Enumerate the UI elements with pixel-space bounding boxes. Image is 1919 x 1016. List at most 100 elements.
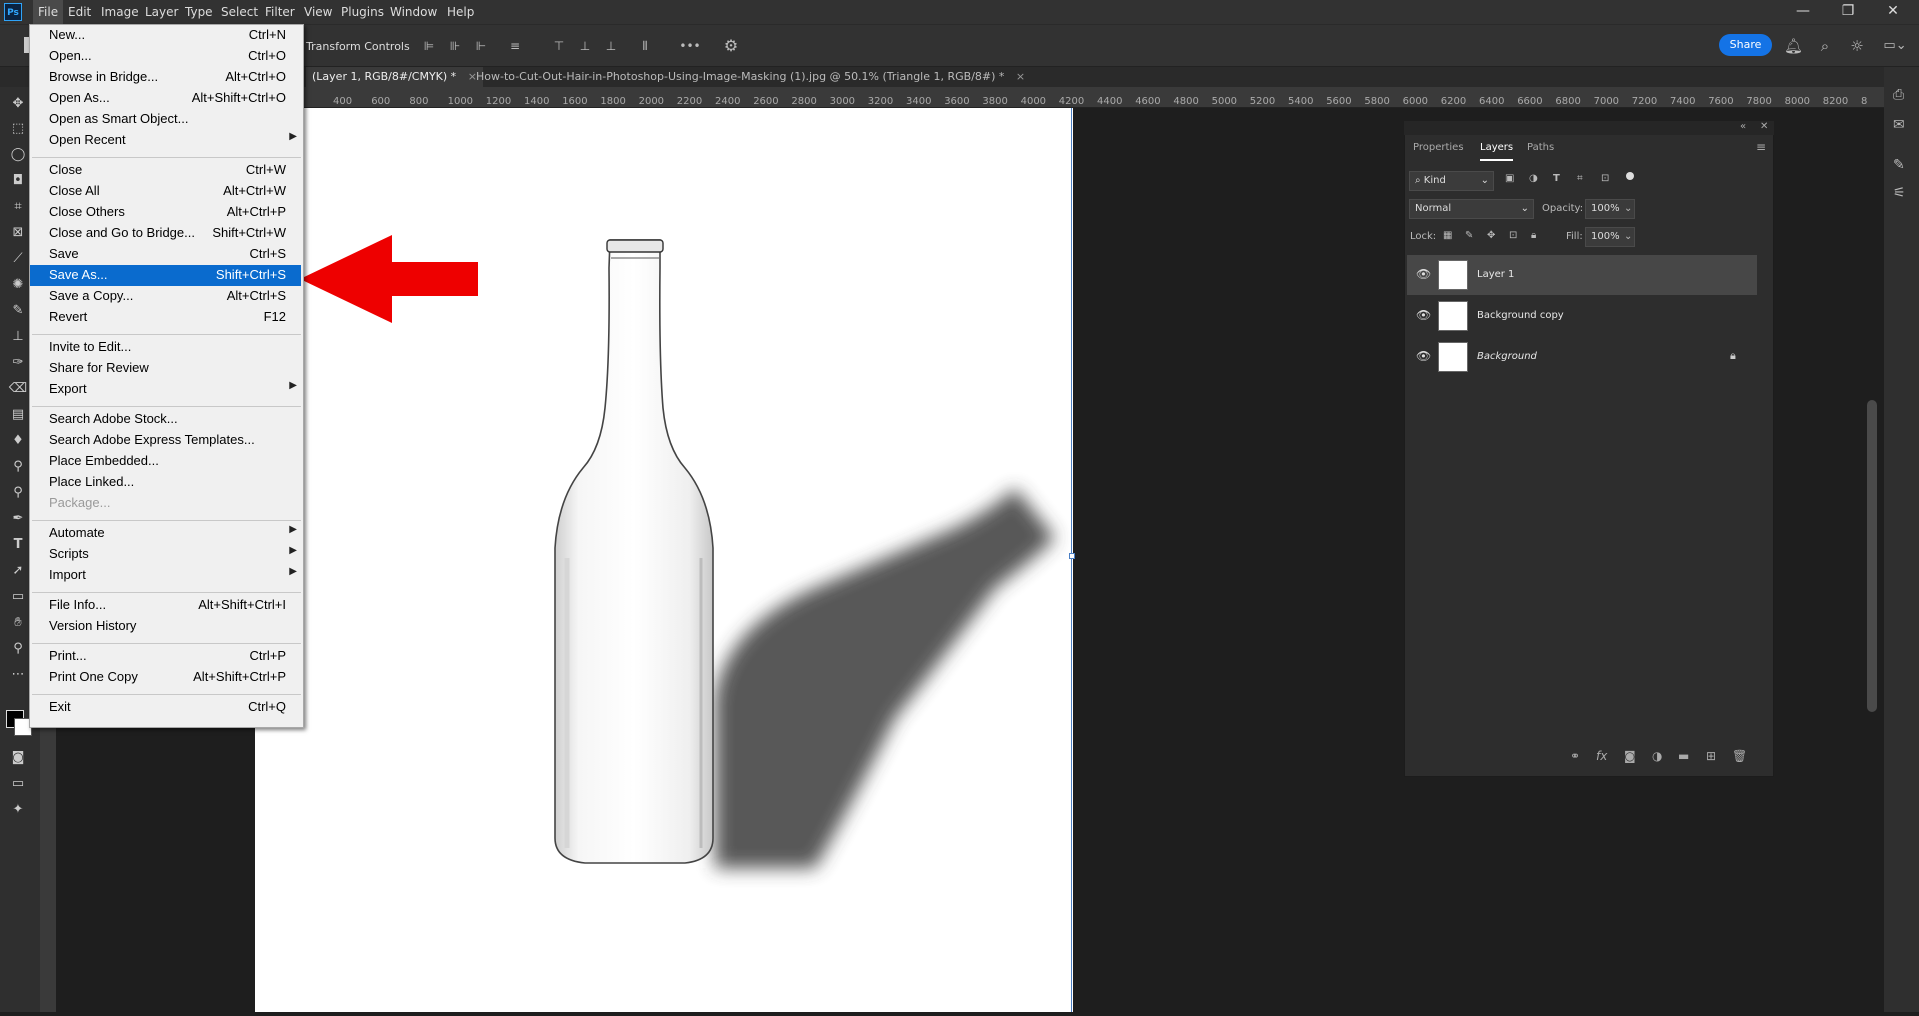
folder-icon[interactable]: ▬ (1678, 749, 1689, 763)
lock-pixels-icon[interactable]: ✎ (1465, 230, 1473, 241)
move-tool-icon[interactable]: ✥ (8, 94, 28, 114)
object-select-tool-icon[interactable]: ◘ (8, 171, 28, 191)
share-button[interactable]: Share (1719, 34, 1772, 56)
visibility-eye-icon[interactable]: 👁︎ (1416, 308, 1431, 322)
blur-tool-icon[interactable]: ♦ (8, 431, 28, 451)
menu-item-version-history[interactable]: Version History (30, 616, 301, 637)
menu-item-save-as[interactable]: Save As... Shift+Ctrl+S (30, 265, 301, 286)
path-select-tool-icon[interactable]: ➚ (8, 561, 28, 581)
menu-layer[interactable]: Layer (140, 0, 183, 24)
menu-item-new[interactable]: New... Ctrl+N (30, 25, 301, 46)
menu-item-open-as[interactable]: Open As... Alt+Shift+Ctrl+O (30, 88, 301, 109)
document-tab[interactable]: How-to-Cut-Out-Hair-in-Photoshop-Using-I… (476, 67, 1025, 87)
menu-item-close-and-go-to-bridge[interactable]: Close and Go to Bridge... Shift+Ctrl+W (30, 223, 301, 244)
panel-menu-icon[interactable]: ≡ (1756, 140, 1766, 154)
align-right-icon[interactable]: ⊩ (472, 37, 490, 55)
menu-image[interactable]: Image (96, 0, 144, 24)
align-bottom-icon[interactable]: ⊥ (602, 37, 620, 55)
eraser-tool-icon[interactable]: ⌫ (8, 379, 28, 399)
filter-toggle-icon[interactable] (1626, 172, 1634, 180)
visibility-eye-icon[interactable]: 👁︎ (1416, 267, 1431, 281)
chevron-down-icon[interactable]: ⌄ (1624, 231, 1632, 242)
filter-shape-icon[interactable]: ⌗ (1577, 173, 1583, 184)
vertical-scrollbar[interactable] (1867, 400, 1877, 712)
layer-name[interactable]: Background (1477, 351, 1537, 362)
menu-item-print[interactable]: Print... Ctrl+P (30, 646, 301, 667)
menu-item-open-as-smart-object[interactable]: Open as Smart Object... (30, 109, 301, 130)
menu-item-exit[interactable]: Exit Ctrl+Q (30, 697, 301, 718)
hand-tool-icon[interactable]: ✋︎ (8, 613, 28, 633)
gradient-tool-icon[interactable]: ▤ (8, 405, 28, 425)
generative-icon[interactable]: ✦ (8, 800, 28, 820)
edit-toolbar-icon[interactable]: ⋯ (8, 665, 28, 685)
close-panel-icon[interactable]: ✕ (1760, 121, 1768, 132)
gear-icon[interactable]: ⚙ (722, 37, 740, 55)
transform-controls-label[interactable]: Transform Controls (306, 40, 410, 53)
lasso-tool-icon[interactable]: ◯ (8, 145, 28, 165)
adjustment-layer-icon[interactable]: ◑ (1652, 749, 1662, 763)
tab-close-icon[interactable]: × (1016, 70, 1025, 83)
layer-thumbnail[interactable] (1438, 342, 1468, 372)
marquee-tool-icon[interactable]: ⬚ (8, 119, 28, 139)
frame-tool-icon[interactable]: ⊠ (8, 223, 28, 243)
screen-mode-icon[interactable]: ▭ (8, 774, 28, 794)
close-icon[interactable]: ✕ (1873, 0, 1913, 24)
dodge-tool-icon[interactable]: ⚲ (8, 457, 28, 477)
align-left-icon[interactable]: ⊫ (420, 37, 438, 55)
menu-file[interactable]: File (33, 0, 64, 24)
align-middle-icon[interactable]: ⊥ (576, 37, 594, 55)
type-tool-icon[interactable]: T (8, 535, 28, 555)
layer-thumbnail[interactable] (1438, 260, 1468, 290)
add-mask-icon[interactable]: ◙ (1624, 749, 1636, 763)
zoom-tool-icon[interactable]: ⚲ (8, 639, 28, 659)
menu-item-search-adobe-stock[interactable]: Search Adobe Stock... (30, 409, 301, 430)
menu-item-search-adobe-express-templates[interactable]: Search Adobe Express Templates... (30, 430, 301, 451)
transform-handle[interactable] (1069, 553, 1075, 559)
menu-item-place-embedded[interactable]: Place Embedded... (30, 451, 301, 472)
chevron-down-icon[interactable]: ⌄ (1624, 203, 1632, 214)
restore-icon[interactable]: ❐ (1828, 0, 1868, 24)
history-brush-tool-icon[interactable]: ✑ (8, 353, 28, 373)
align-top-icon[interactable]: ⊤ (550, 37, 568, 55)
tab-layers[interactable]: Layers (1480, 137, 1514, 161)
menu-item-file-info[interactable]: File Info... Alt+Shift+Ctrl+I (30, 595, 301, 616)
menu-type[interactable]: Type (180, 0, 218, 24)
menu-plugins[interactable]: Plugins (336, 0, 389, 24)
menu-item-scripts[interactable]: Scripts ▶ (30, 544, 301, 565)
filter-type-icon[interactable]: T (1553, 173, 1560, 184)
menu-item-invite-to-edit[interactable]: Invite to Edit... (30, 337, 301, 358)
tab-paths[interactable]: Paths (1527, 137, 1554, 159)
menu-help[interactable]: Help (442, 0, 479, 24)
rectangle-tool-icon[interactable]: ▭ (8, 587, 28, 607)
menu-item-automate[interactable]: Automate ▶ (30, 523, 301, 544)
distribute-icon[interactable]: ≡ (506, 37, 524, 55)
filter-smart-object-icon[interactable]: ⊡ (1601, 173, 1609, 184)
layer-thumbnail[interactable] (1438, 301, 1468, 331)
lock-artboard-icon[interactable]: ⊡ (1509, 230, 1517, 241)
learn-icon[interactable]: ⎙ (1893, 87, 1904, 103)
more-options-icon[interactable]: ••• (678, 37, 702, 55)
menu-filter[interactable]: Filter (260, 0, 300, 24)
lock-position-icon[interactable]: ✥ (1487, 230, 1495, 241)
healing-brush-tool-icon[interactable]: ✺ (8, 275, 28, 295)
blend-mode-select[interactable]: Normal ⌄ (1409, 199, 1534, 219)
trash-icon[interactable]: 🗑︎ (1732, 749, 1747, 763)
menu-item-open[interactable]: Open... Ctrl+O (30, 46, 301, 67)
quick-mask-icon[interactable]: ◙ (8, 748, 28, 768)
new-layer-icon[interactable]: ⊞ (1706, 749, 1716, 763)
collapse-panel-icon[interactable]: « (1740, 121, 1746, 132)
lock-all-icon[interactable]: 🔒︎ (1531, 230, 1536, 241)
comments-icon[interactable]: ✉ (1893, 117, 1905, 133)
filter-adjustment-icon[interactable]: ◑ (1529, 173, 1538, 184)
menu-item-open-recent[interactable]: Open Recent ▶ (30, 130, 301, 151)
menu-item-print-one-copy[interactable]: Print One Copy Alt+Shift+Ctrl+P (30, 667, 301, 688)
menu-edit[interactable]: Edit (63, 0, 96, 24)
menu-item-save-a-copy[interactable]: Save a Copy... Alt+Ctrl+S (30, 286, 301, 307)
fx-icon[interactable]: fx (1596, 749, 1607, 763)
adjustments-icon[interactable]: ⚟ (1893, 185, 1906, 201)
menu-item-export[interactable]: Export ▶ (30, 379, 301, 400)
document-tab-active[interactable]: (Layer 1, RGB/8#/CMYK) * × (306, 67, 483, 87)
filter-kind-select[interactable]: ⌕ Kind ⌄ (1409, 171, 1494, 191)
layer-name[interactable]: Layer 1 (1477, 269, 1514, 280)
menu-item-close-others[interactable]: Close Others Alt+Ctrl+P (30, 202, 301, 223)
